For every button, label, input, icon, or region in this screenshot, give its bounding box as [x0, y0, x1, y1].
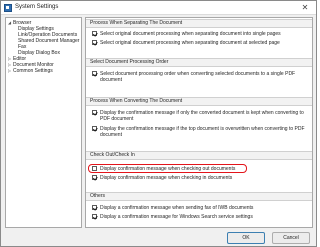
option-row[interactable]: Select original document processing when… — [92, 40, 307, 46]
option-label: Display a confirmation message when send… — [100, 205, 254, 211]
option-label: Select original document processing when… — [100, 31, 281, 37]
option-label: Display the confirmation message if only… — [100, 110, 304, 122]
settings-tree[interactable]: ◢ Browser Display Settings Link/Operation… — [5, 17, 82, 228]
tree-item-common-settings[interactable]: ▷ Common Settings — [8, 68, 53, 74]
close-icon[interactable]: ✕ — [298, 3, 312, 12]
section-header-others: Others — [86, 192, 312, 201]
option-row[interactable]: Display confirmation message when checki… — [92, 175, 307, 181]
option-label: Select original document processing when… — [100, 40, 280, 46]
checkbox[interactable] — [92, 71, 97, 76]
tree-item-shared-document-manager[interactable]: Shared Document Manager — [18, 38, 79, 44]
section-header-converting: Process When Converting The Document — [86, 97, 312, 106]
option-label: Display confirmation message when checki… — [100, 175, 233, 181]
checkbox[interactable] — [92, 110, 97, 115]
checkbox[interactable] — [92, 31, 97, 36]
system-settings-window: System Settings ✕ ◢ Browser Display Setti… — [0, 0, 317, 247]
option-row[interactable]: Display a confirmation message when send… — [92, 205, 307, 211]
checkbox[interactable] — [92, 205, 97, 210]
checkbox[interactable] — [92, 126, 97, 131]
settings-content-panel: Process When Separating The Document Sel… — [85, 17, 313, 228]
app-icon — [4, 4, 12, 12]
cancel-button[interactable]: Cancel — [272, 232, 310, 244]
option-row[interactable]: Display the confirmation message if only… — [92, 110, 307, 122]
checkbox[interactable] — [92, 40, 97, 45]
option-row[interactable]: Select document processing order when co… — [92, 71, 307, 83]
window-title: System Settings — [15, 4, 59, 10]
tree-item-label: Shared Document Manager — [18, 38, 80, 44]
option-row[interactable]: Select original document processing when… — [92, 31, 307, 37]
checkbox[interactable] — [92, 175, 97, 180]
title-bar: System Settings ✕ — [1, 1, 316, 15]
checkbox[interactable] — [92, 214, 97, 219]
section-header-separating: Process When Separating The Document — [86, 19, 312, 28]
highlight-annotation — [88, 164, 247, 173]
option-label: Display the confirmation message if the … — [100, 126, 305, 138]
option-label: Select document processing order when co… — [100, 71, 296, 83]
option-label: Display a confirmation message for Windo… — [100, 214, 253, 220]
option-row[interactable]: Display a confirmation message for Windo… — [92, 214, 307, 220]
option-row[interactable]: Display the confirmation message if the … — [92, 126, 307, 138]
section-header-check-out-in: Check Out/Check In — [86, 151, 312, 160]
ok-button[interactable]: OK — [227, 232, 265, 244]
section-header-processing-order: Select Document Processing Order — [86, 58, 312, 67]
tree-item-label: Common Settings — [13, 68, 53, 74]
